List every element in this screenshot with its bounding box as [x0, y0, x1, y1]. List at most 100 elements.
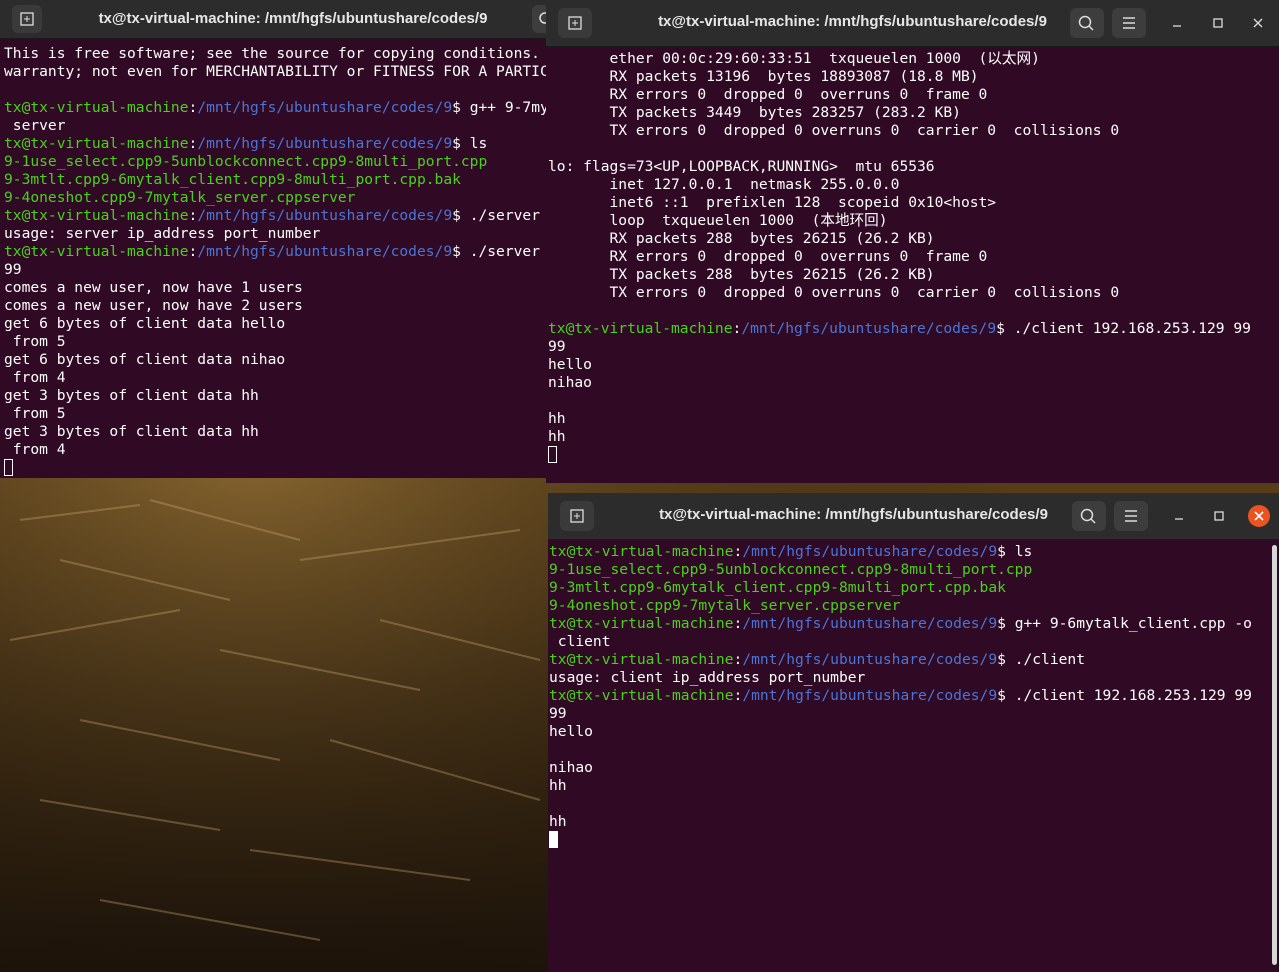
output-line: RX errors 0 dropped 0 overruns 0 frame 0 — [548, 86, 1275, 104]
hamburger-menu-icon — [1123, 17, 1135, 29]
prompt-path: /mnt/hgfs/ubuntushare/codes/9 — [197, 135, 453, 152]
terminal-output[interactable]: tx@tx-virtual-machine: /mnt/hgfs/ubuntush… — [549, 543, 1275, 972]
prompt-path: /mnt/hgfs/ubuntushare/codes/9 — [197, 207, 453, 224]
output-text: usage: server ip_address port_number — [4, 225, 321, 242]
maximize-button[interactable] — [1207, 12, 1229, 34]
command-text: $ ./server — [452, 207, 540, 224]
terminal-output[interactable]: This is free software; see the source fo… — [4, 45, 546, 478]
command-text: $ ls — [997, 543, 1033, 560]
file-listing-row: 9-3mtlt.cpp9-6mytalk_client.cpp9-8multi_… — [549, 579, 1275, 597]
file-name: 9-1use_select.cpp — [549, 561, 699, 578]
output-line: loop txqueuelen 1000 (本地环回) — [548, 212, 1275, 230]
output-line: This is free software; see the source fo… — [4, 45, 542, 63]
output-text: RX errors 0 dropped 0 overruns 0 frame 0 — [548, 248, 988, 265]
file-name: 9-5unblockconnect.cpp — [153, 153, 338, 170]
window-title: tx@tx-virtual-machine: /mnt/hgfs/ubuntus… — [98, 10, 488, 27]
text-cursor — [548, 446, 557, 463]
output-text: TX packets 288 bytes 26215 (26.2 KB) — [548, 266, 935, 283]
output-line: ether 00:0c:29:60:33:51 txqueuelen 1000 … — [548, 50, 1275, 68]
output-line: hello — [549, 723, 1275, 741]
output-text: from 4 — [4, 369, 66, 386]
search-button[interactable] — [1072, 501, 1106, 531]
search-button[interactable] — [1070, 8, 1104, 38]
output-text: nihao — [548, 374, 592, 391]
output-text: loop txqueuelen 1000 (本地环回) — [548, 212, 888, 229]
prompt-line: tx@tx-virtual-machine:/mnt/hgfs/ubuntush… — [548, 320, 1275, 338]
prompt-line: tx@tx-virtual-machine:/mnt/hgfs/ubuntush… — [4, 207, 542, 225]
file-name: 9-7mytalk_server.cpp — [672, 597, 848, 614]
prompt-line: tx@tx-virtual-machine:/mnt/hgfs/ubuntush… — [549, 651, 1275, 669]
cursor-line — [4, 459, 542, 477]
output-line: TX errors 0 dropped 0 overruns 0 carrier… — [548, 122, 1275, 140]
minimize-button[interactable] — [1168, 505, 1190, 527]
output-line: hello — [548, 356, 1275, 374]
output-line: inet6 ::1 prefixlen 128 scopeid 0x10<hos… — [548, 194, 1275, 212]
output-text: client — [549, 633, 611, 650]
file-listing-row: 9-3mtlt.cpp9-6mytalk_client.cpp9-8multi_… — [4, 171, 542, 189]
output-text: RX errors 0 dropped 0 overruns 0 frame 0 — [548, 86, 988, 103]
output-text: inet6 ::1 prefixlen 128 scopeid 0x10<hos… — [548, 194, 997, 211]
minimize-button[interactable] — [1166, 12, 1188, 34]
file-listing-row: 9-4oneshot.cpp9-7mytalk_server.cppserver — [4, 189, 542, 207]
scrollbar[interactable] — [1272, 545, 1277, 965]
output-text: 99 — [548, 338, 566, 355]
output-text: inet 127.0.0.1 netmask 255.0.0.0 — [548, 176, 900, 193]
new-tab-icon — [20, 12, 34, 26]
prompt-separator: : — [188, 99, 198, 116]
output-line: from 5 — [4, 333, 542, 351]
hamburger-menu-icon — [1125, 510, 1137, 522]
titlebar: tx@tx-virtual-machine: /mnt/hgfs/ubuntus… — [546, 0, 1279, 47]
prompt-separator: : — [188, 135, 198, 152]
file-name: 9-7mytalk_server.cpp — [127, 189, 303, 206]
prompt-line: tx@tx-virtual-machine:/mnt/hgfs/ubuntush… — [4, 99, 546, 117]
close-button[interactable] — [1248, 505, 1270, 527]
minimize-icon — [1175, 518, 1183, 520]
close-button[interactable] — [1247, 12, 1269, 34]
maximize-icon — [1213, 18, 1223, 28]
new-tab-button[interactable] — [12, 5, 42, 33]
prompt-user: tx@tx-virtual-machine — [549, 615, 734, 632]
output-line: nihao — [549, 759, 1275, 777]
terminal-window-server[interactable]: tx@tx-virtual-machine: /mnt/hgfs/ubuntus… — [0, 0, 546, 478]
output-text: hh — [548, 428, 566, 445]
file-name: server — [302, 189, 356, 206]
prompt-path: /mnt/hgfs/ubuntushare/codes/9 — [742, 543, 998, 560]
output-line: hh — [548, 410, 1275, 428]
file-name: 9-3mtlt.cpp — [549, 579, 646, 596]
terminal-window-ifconfig-client[interactable]: tx@tx-virtual-machine: /mnt/hgfs/ubuntus… — [546, 0, 1279, 483]
prompt-path: /mnt/hgfs/ubuntushare/codes/9 — [197, 99, 453, 116]
prompt-user: tx@tx-virtual-machine — [549, 543, 734, 560]
output-text: hh — [549, 777, 567, 794]
maximize-button[interactable] — [1208, 505, 1230, 527]
command-text: $ ./client 192.168.253.129 99 — [996, 320, 1251, 337]
output-text: TX packets 3449 bytes 283257 (283.2 KB) — [548, 104, 961, 121]
output-line: get 6 bytes of client data hello — [4, 315, 542, 333]
output-line: get 3 bytes of client data hh — [4, 423, 542, 441]
output-text: server — [4, 117, 66, 134]
output-text: get 6 bytes of client data hello — [4, 315, 286, 332]
menu-button[interactable] — [1114, 501, 1148, 531]
prompt-path: /mnt/hgfs/ubuntushare/codes/9 — [741, 320, 997, 337]
prompt-separator: : — [733, 651, 743, 668]
terminal-window-client[interactable]: tx@tx-virtual-machine: /mnt/hgfs/ubuntus… — [548, 493, 1279, 972]
prompt-separator: : — [733, 687, 743, 704]
output-line: lo: flags=73<UP,LOOPBACK,RUNNING> mtu 65… — [548, 158, 1275, 176]
file-name: 9-6mytalk_client.cpp — [645, 579, 822, 596]
file-name: 9-5unblockconnect.cpp — [698, 561, 883, 578]
output-text: 99 — [549, 705, 567, 722]
output-line: warranty; not even for MERCHANTABILITY o… — [4, 63, 546, 81]
text-cursor — [549, 831, 558, 848]
minimize-icon — [1173, 25, 1181, 27]
cursor-line — [548, 446, 1275, 464]
terminal-output[interactable]: ether 00:0c:29:60:33:51 txqueuelen 1000 … — [548, 50, 1275, 483]
output-text: get 3 bytes of client data hh — [4, 423, 259, 440]
output-line: 99 — [548, 338, 1275, 356]
close-icon — [1253, 18, 1263, 28]
search-button[interactable] — [532, 5, 546, 33]
output-line: hh — [548, 428, 1275, 446]
output-text: hh — [549, 813, 567, 830]
menu-button[interactable] — [1112, 8, 1146, 38]
